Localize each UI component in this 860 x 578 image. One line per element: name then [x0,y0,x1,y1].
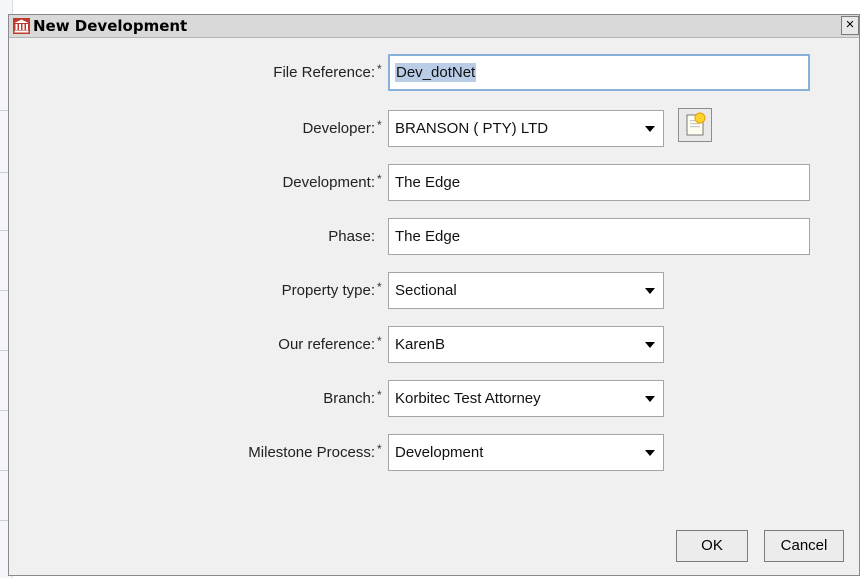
chevron-down-icon [645,288,655,294]
property-type-label: Property type: [281,282,375,299]
required-marker: * [377,62,382,76]
new-developer-button[interactable] [678,108,712,142]
required-marker: * [377,172,382,186]
chevron-down-icon [645,342,655,348]
our-reference-label: Our reference: [278,336,375,353]
milestone-process-select[interactable]: Development [388,434,664,471]
our-reference-select[interactable]: KarenB [388,326,664,363]
chevron-down-icon [645,396,655,402]
branch-value: Korbitec Test Attorney [395,390,541,407]
cancel-button[interactable]: Cancel [764,530,844,562]
development-value: The Edge [395,174,461,191]
developer-label: Developer: [302,120,375,137]
required-marker: * [377,280,382,294]
development-input[interactable]: The Edge [388,164,810,201]
required-marker: * [377,388,382,402]
ok-button[interactable]: OK [676,530,748,562]
new-document-icon [679,112,711,145]
chevron-down-icon [645,450,655,456]
developer-select[interactable]: BRANSON ( PTY) LTD [388,110,664,147]
required-marker: * [377,334,382,348]
dialog-title: New Development [33,17,188,35]
required-marker: * [377,442,382,456]
cancel-button-label: Cancel [780,537,828,554]
required-marker: * [377,118,382,132]
property-type-select[interactable]: Sectional [388,272,664,309]
ok-button-label: OK [701,537,723,554]
our-reference-value: KarenB [395,336,446,353]
phase-input[interactable]: The Edge [388,218,810,255]
file-reference-value: Dev_dotNet [395,63,477,82]
milestone-process-label: Milestone Process: [248,444,375,461]
phase-label: Phase: [328,228,375,245]
file-reference-label: File Reference: [273,64,375,81]
property-type-value: Sectional [395,282,457,299]
development-label: Development: [282,174,375,191]
branch-select[interactable]: Korbitec Test Attorney [388,380,664,417]
milestone-process-value: Development [395,444,484,461]
chevron-down-icon [645,126,655,132]
phase-value: The Edge [395,228,461,245]
developer-value: BRANSON ( PTY) LTD [395,120,549,137]
close-icon: × [845,16,855,33]
building-columns-icon [13,18,30,34]
branch-label: Branch: [323,390,375,407]
file-reference-input[interactable]: Dev_dotNet [388,54,810,91]
title-bar[interactable]: New Development × [9,15,859,38]
close-button[interactable]: × [841,16,859,35]
